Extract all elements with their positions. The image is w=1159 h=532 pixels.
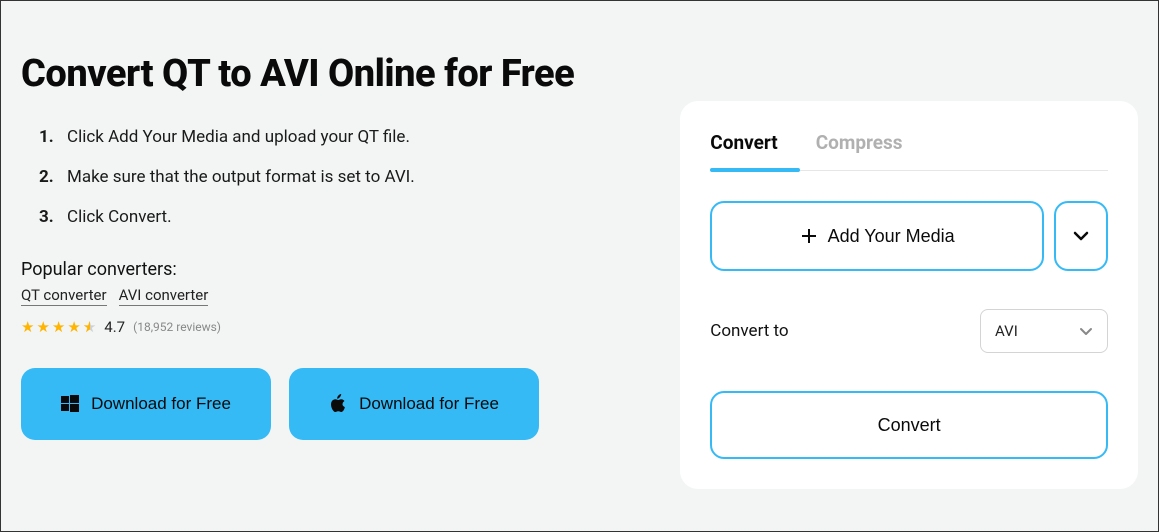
popular-converters-links: QT converter AVI converter bbox=[21, 286, 640, 306]
step-text: Make sure that the output format is set … bbox=[67, 167, 415, 187]
step-text: Click Convert. bbox=[67, 207, 172, 227]
star-icon: ★ bbox=[21, 318, 34, 336]
popular-converters-label: Popular converters: bbox=[21, 259, 640, 280]
step-number: 3. bbox=[39, 207, 57, 227]
tab-compress[interactable]: Compress bbox=[816, 131, 903, 170]
step-item: 2. Make sure that the output format is s… bbox=[39, 167, 640, 187]
step-item: 1. Click Add Your Media and upload your … bbox=[39, 127, 640, 147]
apple-icon bbox=[329, 394, 347, 414]
rating-count: (18,952 reviews) bbox=[133, 320, 221, 334]
download-mac-button[interactable]: Download for Free bbox=[289, 368, 539, 440]
download-windows-label: Download for Free bbox=[91, 394, 231, 414]
star-icon: ★ bbox=[36, 318, 49, 336]
plus-icon bbox=[800, 227, 818, 245]
download-mac-label: Download for Free bbox=[359, 394, 499, 414]
converter-panel: Convert Compress Add Your Media bbox=[680, 101, 1138, 489]
chevron-down-icon bbox=[1079, 322, 1093, 341]
chevron-down-icon bbox=[1072, 230, 1090, 242]
star-half-icon: ★ bbox=[83, 318, 96, 336]
tabs: Convert Compress bbox=[710, 131, 1108, 171]
converter-link-avi[interactable]: AVI converter bbox=[119, 286, 209, 306]
download-windows-button[interactable]: Download for Free bbox=[21, 368, 271, 440]
add-media-dropdown-button[interactable] bbox=[1054, 201, 1108, 271]
rating-row: ★ ★ ★ ★ ★ 4.7 (18,952 reviews) bbox=[21, 318, 640, 336]
convert-button[interactable]: Convert bbox=[710, 391, 1108, 459]
converter-link-qt[interactable]: QT converter bbox=[21, 286, 107, 306]
step-number: 1. bbox=[39, 127, 57, 147]
star-rating: ★ ★ ★ ★ ★ bbox=[21, 318, 96, 336]
step-number: 2. bbox=[39, 167, 57, 187]
star-icon: ★ bbox=[67, 318, 80, 336]
step-item: 3. Click Convert. bbox=[39, 207, 640, 227]
format-select[interactable]: AVI bbox=[980, 309, 1108, 353]
tab-indicator bbox=[710, 168, 800, 172]
tab-convert[interactable]: Convert bbox=[710, 131, 777, 170]
convert-to-label: Convert to bbox=[710, 321, 788, 341]
add-media-label: Add Your Media bbox=[828, 226, 955, 247]
rating-value: 4.7 bbox=[104, 318, 125, 336]
step-text: Click Add Your Media and upload your QT … bbox=[67, 127, 410, 147]
steps-list: 1. Click Add Your Media and upload your … bbox=[21, 127, 640, 227]
star-icon: ★ bbox=[52, 318, 65, 336]
add-media-button[interactable]: Add Your Media bbox=[710, 201, 1044, 271]
windows-icon bbox=[61, 395, 79, 413]
page-title: Convert QT to AVI Online for Free bbox=[21, 51, 640, 99]
format-value: AVI bbox=[995, 322, 1018, 340]
